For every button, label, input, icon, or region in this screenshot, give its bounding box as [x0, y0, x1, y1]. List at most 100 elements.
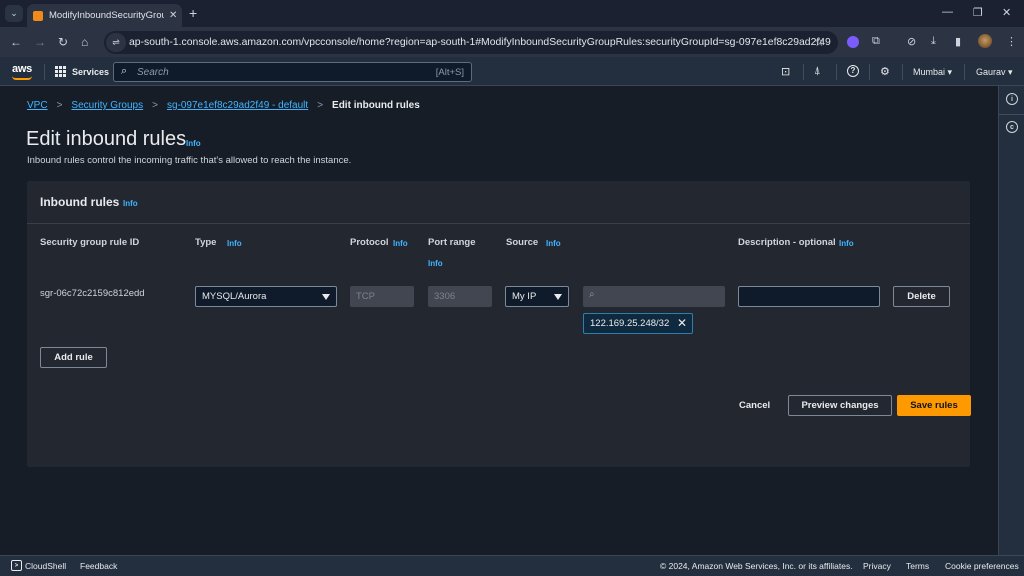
save-rules-button[interactable]: Save rules [897, 395, 971, 416]
extension-purple-icon[interactable] [847, 36, 859, 48]
source-cidr-token-label: 122.169.25.248/32 [590, 318, 670, 329]
add-rule-button[interactable]: Add rule [40, 347, 107, 368]
divider [836, 64, 837, 80]
column-header-source: Source [506, 237, 539, 248]
delete-rule-button[interactable]: Delete [893, 286, 950, 307]
aws-logo-smile-icon [12, 76, 32, 80]
description-info-link[interactable]: Info [839, 239, 854, 248]
breadcrumb: VPC > Security Groups > sg-097e1ef8c29ad… [27, 100, 420, 111]
type-select[interactable]: MYSQL/Aurora [195, 286, 337, 307]
protocol-info-link[interactable]: Info [393, 239, 408, 248]
terms-link[interactable]: Terms [906, 561, 929, 571]
preview-changes-button[interactable]: Preview changes [788, 395, 892, 416]
page-title: Edit inbound rules [26, 128, 187, 150]
services-menu-button[interactable]: Services [72, 67, 109, 77]
divider [999, 114, 1024, 115]
bookmark-star-icon[interactable]: ☆ [814, 35, 825, 49]
search-icon: ⌕ [589, 289, 595, 300]
breadcrumb-separator-icon: > [152, 100, 158, 111]
settings-gear-icon[interactable]: ⚙ [880, 65, 890, 78]
caret-down-icon [322, 294, 330, 300]
protocol-field: TCP [350, 286, 414, 307]
restore-icon[interactable]: ❐ [973, 6, 983, 19]
copyright-text: © 2024, Amazon Web Services, Inc. or its… [660, 561, 853, 571]
column-header-rule-id: Security group rule ID [40, 237, 140, 248]
console-footer: > CloudShell Feedback © 2024, Amazon Web… [0, 555, 1024, 576]
account-menu[interactable]: Gaurav ▾ [976, 67, 1013, 78]
window-close-icon[interactable]: ✕ [1002, 6, 1011, 19]
info-panel-icon[interactable]: i [1006, 93, 1018, 105]
page-info-link[interactable]: Info [186, 139, 201, 148]
breadcrumb-security-group[interactable]: sg-097e1ef8c29ad2f49 - default [167, 100, 308, 111]
inbound-rules-panel: Inbound rules Info [27, 181, 970, 467]
column-header-protocol: Protocol [350, 237, 389, 248]
site-info-icon[interactable]: ⇌ [106, 33, 126, 52]
help-icon[interactable]: ? [847, 65, 859, 77]
browser-tab-bar: ⌄ ModifyInboundSecurityGroupRules ✕ + — … [0, 0, 1024, 27]
column-header-description: Description - optional [738, 237, 836, 248]
breadcrumb-separator-icon: > [56, 100, 63, 111]
cloudshell-icon[interactable]: ⊡ [781, 65, 790, 78]
tab-title: ModifyInboundSecurityGroupRules [49, 10, 164, 21]
services-grid-icon[interactable] [55, 66, 66, 77]
tab-search-button[interactable]: ⌄ [5, 5, 23, 22]
search-shortcut-hint: [Alt+S] [435, 67, 464, 78]
back-icon[interactable]: ← [10, 35, 22, 49]
extensions-puzzle-icon[interactable]: ⧉ [872, 35, 880, 48]
aws-logo[interactable]: aws [12, 63, 32, 75]
type-select-value: MYSQL/Aurora [202, 291, 267, 302]
reload-icon[interactable]: ↻ [58, 35, 68, 49]
remove-token-icon[interactable]: ✕ [677, 316, 687, 330]
breadcrumb-current: Edit inbound rules [332, 100, 420, 111]
feedback-link[interactable]: Feedback [80, 561, 117, 571]
breadcrumb-separator-icon: > [317, 100, 324, 111]
type-info-link[interactable]: Info [227, 239, 242, 248]
chevron-down-icon: ⌄ [10, 8, 18, 18]
profile-avatar[interactable] [978, 34, 992, 48]
breadcrumb-security-groups[interactable]: Security Groups [71, 100, 143, 111]
new-tab-icon[interactable]: + [189, 5, 197, 21]
minimize-icon[interactable]: — [942, 6, 953, 18]
source-info-link[interactable]: Info [546, 239, 561, 248]
protocol-value: TCP [356, 291, 375, 302]
cloudshell-link[interactable]: CloudShell [25, 561, 66, 571]
tune-icon: ⇌ [112, 37, 120, 47]
main-content: VPC > Security Groups > sg-097e1ef8c29ad… [0, 86, 998, 555]
rule-id-text: sgr-06c72c2159c812edd [40, 288, 145, 299]
panel-info-link[interactable]: Info [123, 199, 138, 208]
region-selector[interactable]: Mumbai ▾ [913, 67, 952, 78]
divider [44, 64, 45, 80]
cookie-preferences-link[interactable]: Cookie preferences [945, 561, 1019, 571]
download-icon[interactable]: ⤓ [931, 35, 936, 48]
url-text[interactable]: ap-south-1.console.aws.amazon.com/vpccon… [129, 37, 831, 48]
extension-icon[interactable]: ⊘ [907, 35, 916, 48]
port-range-info-link[interactable]: Info [428, 259, 443, 268]
cancel-button[interactable]: Cancel [739, 400, 770, 411]
source-cidr-search-input[interactable]: ⌕ [583, 286, 725, 307]
source-type-value: My IP [512, 291, 537, 302]
privacy-link[interactable]: Privacy [863, 561, 891, 571]
page-description: Inbound rules control the incoming traff… [27, 155, 352, 166]
breadcrumb-vpc[interactable]: VPC [27, 100, 48, 111]
divider [902, 64, 903, 80]
search-icon: ⌕ [121, 65, 128, 77]
divider [869, 64, 870, 80]
source-type-select[interactable]: My IP [505, 286, 569, 307]
column-header-type: Type [195, 237, 217, 248]
browser-menu-icon[interactable]: ⋮ [1006, 35, 1017, 48]
notifications-bell-icon[interactable]: ⍋ [814, 65, 821, 78]
feedback-panel-icon[interactable]: c [1006, 121, 1018, 133]
search-input[interactable]: ⌕ Search [Alt+S] [113, 62, 472, 82]
tab-close-icon[interactable]: ✕ [169, 10, 177, 21]
search-placeholder: Search [137, 67, 169, 78]
column-header-port-range: Port range [428, 237, 476, 248]
home-icon[interactable]: ⌂ [81, 35, 88, 49]
panel-header: Inbound rules Info [27, 181, 970, 224]
browser-tab-active[interactable]: ModifyInboundSecurityGroupRules ✕ [27, 4, 182, 27]
port-range-value: 3306 [434, 291, 456, 302]
description-input[interactable] [738, 286, 880, 307]
side-panel-icon[interactable]: ▮ [955, 35, 961, 48]
forward-icon[interactable]: → [34, 35, 46, 49]
aws-favicon-icon [33, 10, 43, 21]
panel-title: Inbound rules [40, 195, 120, 209]
